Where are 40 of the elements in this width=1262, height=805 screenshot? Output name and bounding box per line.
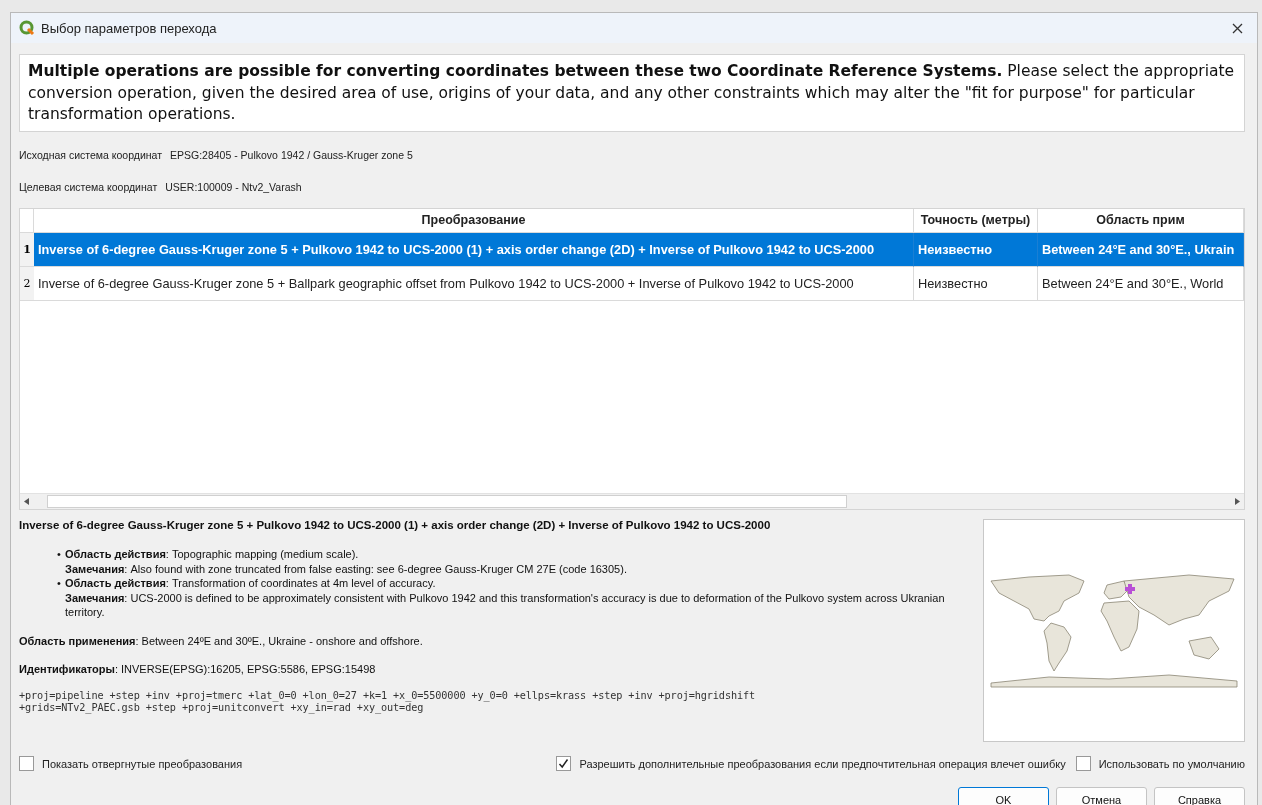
column-header[interactable]: Область прим bbox=[1038, 209, 1244, 233]
horizontal-scrollbar[interactable] bbox=[20, 493, 1244, 509]
area-of-use: Область применения: Between 24ºE and 30ºE., Ukraine - onshore and offshore. bbox=[19, 633, 424, 648]
table-cell[interactable]: Between 24°E and 30°E., Ukrain bbox=[1038, 233, 1244, 267]
checkbox[interactable] bbox=[19, 756, 34, 771]
close-icon bbox=[1232, 22, 1243, 34]
row-number[interactable]: 1 bbox=[20, 233, 34, 267]
crs-label: Исходная система координат bbox=[19, 149, 162, 161]
table-cell[interactable]: Between 24°E and 30°E., World bbox=[1038, 267, 1244, 301]
table-cell[interactable]: Inverse of 6-degree Gauss-Kruger zone 5 + Pulkovo 1942 to UCS-2000 (1) + axis order change (2D) + Inverse of Pulkovo 1942 to UCS-2000 bbox=[34, 233, 914, 267]
crs-value: EPSG:28405 - Pulkovo 1942 / Gauss-Kruger zone 5 bbox=[170, 149, 413, 161]
bullet: • bbox=[57, 547, 62, 562]
dialog-button[interactable]: Отмена bbox=[1056, 787, 1147, 805]
crs-label: Целевая система координат bbox=[19, 181, 158, 193]
row-number[interactable]: 2 bbox=[20, 267, 34, 301]
remarks-text: Замечания: Also found with zone truncated from false easting: see 6-degree Gauss-Kruger CM 27E (code 16305). bbox=[65, 561, 627, 576]
app-logo-icon bbox=[19, 20, 35, 36]
dialog-button[interactable]: OK bbox=[958, 787, 1049, 805]
details-title: Inverse of 6-degree Gauss-Kruger zone 5 + Pulkovo 1942 to UCS-2000 (1) + axis order change (2D) + Inverse of Pulkovo 1942 to UCS-2000 bbox=[19, 519, 772, 531]
checkbox-label: Показать отвергнутые преобразования bbox=[42, 757, 243, 770]
window-title: Выбор параметров перехода bbox=[41, 20, 218, 36]
column-header[interactable]: Точность (метры) bbox=[914, 209, 1038, 233]
checkbox[interactable] bbox=[1075, 756, 1091, 771]
intro-text: Multiple operations are possible for converting coordinates between these two Coordinate Reference Systems. Please select the appropriate conversion operation, given the desired area of use, origins of your data, and any other constraints which may alter the "fit for purpose" for particular transformation operations. bbox=[19, 54, 1245, 132]
crs-value: USER:100009 - Ntv2_Varash bbox=[165, 181, 302, 193]
scroll-right-icon[interactable] bbox=[1235, 498, 1240, 505]
table-cell[interactable]: Inverse of 6-degree Gauss-Kruger zone 5 + Ballpark geographic offset from Pulkovo 1942 to UCS-2000 + Inverse of Pulkovo 1942 to UCS-2000 bbox=[34, 267, 914, 301]
scroll-left-icon[interactable] bbox=[24, 498, 29, 505]
table-cell[interactable]: Неизвестно bbox=[914, 233, 1038, 267]
scope-text: Область действия: Topographic mapping (medium scale). bbox=[65, 547, 360, 562]
checkbox-label: Разрешить дополнительные преобразования если предпочтительная операция влечет ошибку bbox=[579, 757, 1066, 770]
scope-text: Область действия: Transformation of coordinates at 4m level of accuracy. bbox=[65, 576, 437, 591]
proj-string: +proj=pipeline +step +inv +proj=tmerc +lat_0=0 +lon_0=27 +k=1 +x_0=5500000 +y_0=0 +ellps=krass +step +inv +proj=hgridshift +grids=NTv2_PAEC.gsb +step +proj=unitconvert +xy_in=rad +xy_out=deg bbox=[19, 689, 757, 715]
checkbox-label: Использовать по умолчанию bbox=[1098, 757, 1245, 770]
column-header[interactable]: Преобразование bbox=[34, 209, 914, 233]
identifiers: Идентификаторы: INVERSE(EPSG):16205, EPSG:5586, EPSG:15498 bbox=[19, 661, 377, 676]
bullet: • bbox=[57, 576, 62, 591]
checkbox[interactable] bbox=[556, 756, 572, 771]
remarks-text: Замечания: UCS-2000 is defined to be approximately consistent with Pulkovo 1942 and this transformation's accuracy is due to deformation of the Pulkovo system across Ukranian territory. bbox=[65, 590, 946, 620]
table-cell[interactable]: Неизвестно bbox=[914, 267, 1038, 301]
